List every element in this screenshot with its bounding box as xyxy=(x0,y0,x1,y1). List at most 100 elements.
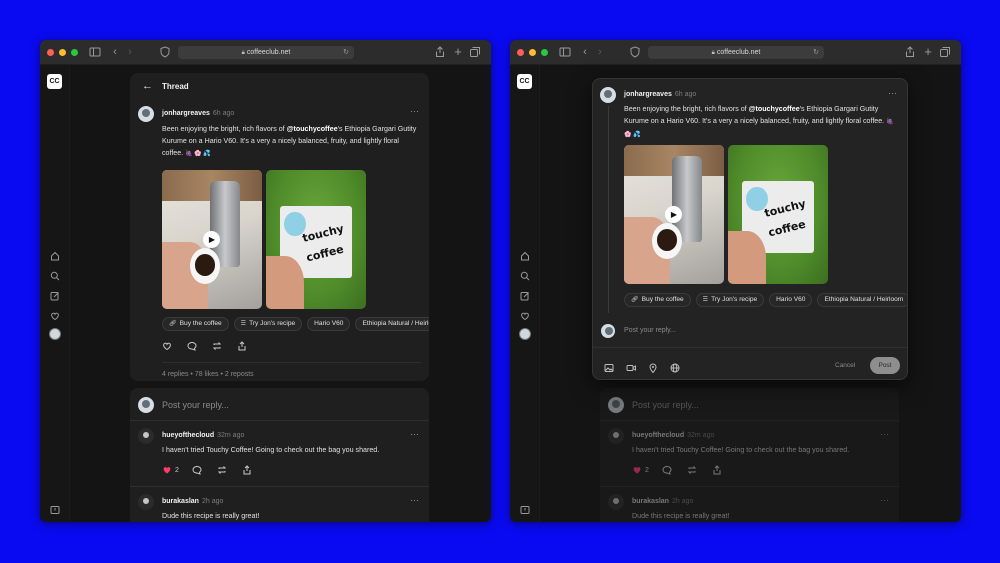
chip-brewer[interactable]: Hario V60 xyxy=(769,293,813,307)
reply-input[interactable]: Post your reply... xyxy=(632,400,699,410)
shield-icon[interactable] xyxy=(158,45,172,59)
forward-nav-icon[interactable]: › xyxy=(123,45,137,59)
app-logo[interactable]: CC xyxy=(47,74,62,89)
reply-input[interactable]: Post your reply... xyxy=(162,400,229,410)
reply-avatar[interactable] xyxy=(608,494,624,510)
reply-author-name[interactable]: burakaslan xyxy=(162,498,199,505)
share-icon[interactable] xyxy=(433,45,447,59)
mention-link[interactable]: @touchycoffee xyxy=(287,125,338,133)
mention-link[interactable]: @touchycoffee xyxy=(749,105,800,113)
minimize-window-button[interactable] xyxy=(59,49,66,56)
profile-avatar[interactable] xyxy=(49,328,61,340)
post-more-icon[interactable]: ··· xyxy=(888,88,897,98)
share-post-icon[interactable] xyxy=(237,341,247,351)
reply-author-name[interactable]: hueyofthecloud xyxy=(162,432,214,439)
close-window-button[interactable] xyxy=(517,49,524,56)
chip-origin[interactable]: Ethiopia Natural / Heirloom xyxy=(355,317,429,331)
reply-avatar[interactable] xyxy=(608,428,624,444)
play-icon[interactable]: ▶ xyxy=(665,205,682,223)
reply-more-icon[interactable]: ··· xyxy=(410,495,419,505)
cancel-button[interactable]: Cancel xyxy=(835,362,855,369)
post-author[interactable]: jonhargreaves 6h ago xyxy=(624,91,696,98)
new-tab-icon[interactable]: + xyxy=(921,45,935,59)
reply-more-icon[interactable]: ··· xyxy=(410,429,419,439)
profile-avatar[interactable] xyxy=(519,328,531,340)
liked-heart-icon[interactable] xyxy=(632,465,642,475)
app-logo[interactable]: CC xyxy=(517,74,532,89)
reply-more-icon[interactable]: ··· xyxy=(880,429,889,439)
chip-brewer[interactable]: Hario V60 xyxy=(307,317,351,331)
back-nav-icon[interactable]: ‹ xyxy=(108,45,122,59)
tabs-overview-icon[interactable] xyxy=(468,45,482,59)
globe-icon[interactable] xyxy=(670,360,680,373)
chip-buy-coffee[interactable]: 🔗︎ Buy the coffee xyxy=(624,293,691,307)
post-author[interactable]: jonhargreaves 6h ago xyxy=(162,110,234,117)
reply-author-name[interactable]: hueyofthecloud xyxy=(632,432,684,439)
reply-author[interactable]: burakaslan 2h ago xyxy=(162,498,223,505)
image-icon[interactable] xyxy=(604,360,614,372)
back-nav-icon[interactable]: ‹ xyxy=(578,45,592,59)
video-icon[interactable] xyxy=(626,360,636,371)
reply-author-name[interactable]: burakaslan xyxy=(632,498,669,505)
reload-icon[interactable]: ↻ xyxy=(813,46,819,59)
post-image-bag[interactable]: touchy coffee xyxy=(728,145,828,284)
play-icon[interactable]: ▶ xyxy=(203,230,220,248)
minimize-window-button[interactable] xyxy=(529,49,536,56)
forward-nav-icon[interactable]: › xyxy=(593,45,607,59)
reply-author[interactable]: hueyofthecloud 32m ago xyxy=(632,432,714,439)
heart-icon[interactable] xyxy=(520,308,530,321)
close-window-button[interactable] xyxy=(47,49,54,56)
author-name[interactable]: jonhargreaves xyxy=(162,110,210,117)
search-icon[interactable] xyxy=(50,268,60,281)
repost-icon[interactable] xyxy=(217,465,227,475)
reply-avatar[interactable] xyxy=(138,428,154,444)
reload-icon[interactable]: ↻ xyxy=(343,46,349,59)
post-button[interactable]: Post xyxy=(870,357,900,374)
reply-textarea[interactable]: Post your reply... xyxy=(624,327,676,334)
post-stats[interactable]: 4 replies • 78 likes • 2 reposts xyxy=(162,371,254,378)
reply-more-icon[interactable]: ··· xyxy=(880,495,889,505)
new-tab-icon[interactable]: + xyxy=(451,45,465,59)
post-video[interactable]: ▶ xyxy=(624,145,724,284)
search-icon[interactable] xyxy=(520,268,530,281)
reply-author[interactable]: hueyofthecloud 32m ago xyxy=(162,432,244,439)
comment-icon[interactable] xyxy=(187,341,197,351)
home-icon[interactable] xyxy=(50,248,60,261)
repost-icon[interactable] xyxy=(212,341,222,351)
tabs-overview-icon[interactable] xyxy=(938,45,952,59)
like-icon[interactable] xyxy=(162,341,172,351)
liked-heart-icon[interactable] xyxy=(162,465,172,475)
share-icon[interactable] xyxy=(903,45,917,59)
share-post-icon[interactable] xyxy=(242,465,252,475)
repost-icon[interactable] xyxy=(687,465,697,475)
feedback-icon[interactable] xyxy=(520,502,530,514)
compose-icon[interactable] xyxy=(50,288,60,301)
chip-recipe[interactable]: ☰ Try Jon's recipe xyxy=(695,293,765,307)
sidebar-toggle-icon[interactable] xyxy=(88,45,102,59)
chip-buy-coffee[interactable]: 🔗︎ Buy the coffee xyxy=(162,317,229,331)
post-video[interactable]: ▶ xyxy=(162,170,262,309)
comment-icon[interactable] xyxy=(662,465,672,475)
author-avatar[interactable] xyxy=(138,106,154,122)
back-button[interactable]: ← xyxy=(142,80,153,92)
post-image-bag[interactable]: touchy coffee xyxy=(266,170,366,309)
author-avatar[interactable] xyxy=(600,87,616,103)
maximize-window-button[interactable] xyxy=(71,49,78,56)
sidebar-toggle-icon[interactable] xyxy=(558,45,572,59)
reply-author[interactable]: burakaslan 2h ago xyxy=(632,498,693,505)
home-icon[interactable] xyxy=(520,248,530,261)
location-pin-icon[interactable] xyxy=(648,360,658,374)
chip-recipe[interactable]: ☰ Try Jon's recipe xyxy=(233,317,303,331)
address-bar[interactable]: 🔒︎ coffeeclub.net ↻ xyxy=(648,46,824,59)
author-name[interactable]: jonhargreaves xyxy=(624,91,672,98)
share-post-icon[interactable] xyxy=(712,465,722,475)
comment-icon[interactable] xyxy=(192,465,202,475)
feedback-icon[interactable] xyxy=(50,502,60,514)
chip-origin[interactable]: Ethiopia Natural / Heirloom xyxy=(817,293,907,307)
compose-icon[interactable] xyxy=(520,288,530,301)
address-bar[interactable]: 🔒︎ coffeeclub.net ↻ xyxy=(178,46,354,59)
reply-avatar[interactable] xyxy=(138,494,154,510)
post-more-icon[interactable]: ··· xyxy=(410,106,419,116)
heart-icon[interactable] xyxy=(50,308,60,321)
shield-icon[interactable] xyxy=(628,45,642,59)
